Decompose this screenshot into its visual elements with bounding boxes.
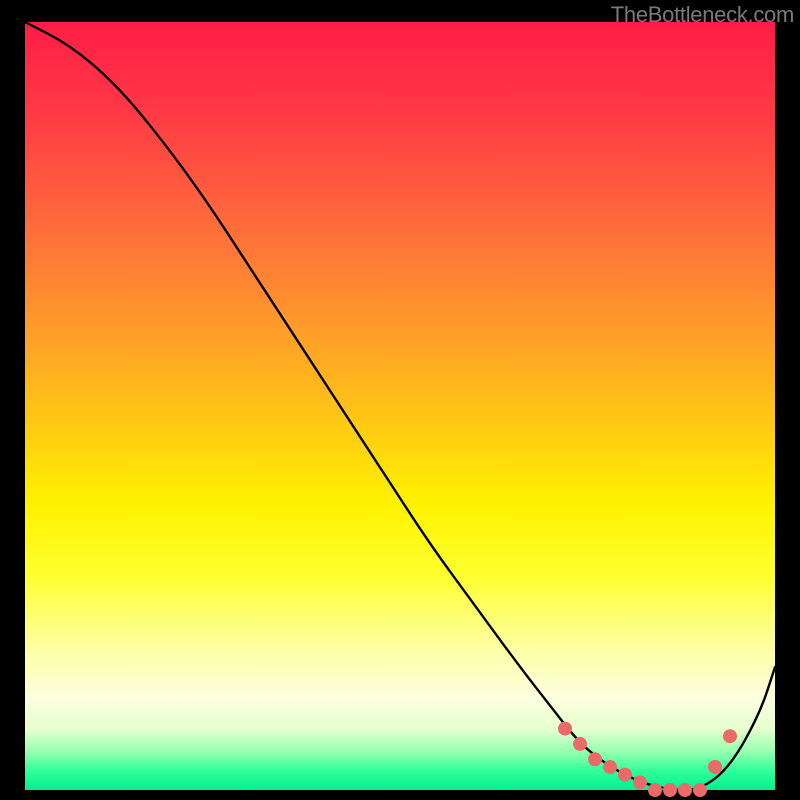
bottleneck-curve xyxy=(25,22,775,790)
marker-dot xyxy=(723,729,737,743)
marker-dot xyxy=(708,760,722,774)
marker-group xyxy=(558,722,737,797)
curve-svg xyxy=(25,22,775,790)
marker-dot xyxy=(693,783,707,797)
marker-dot xyxy=(633,775,647,789)
marker-dot xyxy=(573,737,587,751)
plot-area xyxy=(25,22,775,790)
watermark-text: TheBottleneck.com xyxy=(611,2,794,28)
marker-dot xyxy=(678,783,692,797)
marker-dot xyxy=(603,760,617,774)
marker-dot xyxy=(588,752,602,766)
chart-container: TheBottleneck.com xyxy=(0,0,800,800)
marker-dot xyxy=(663,783,677,797)
marker-dot xyxy=(618,768,632,782)
marker-dot xyxy=(648,783,662,797)
marker-dot xyxy=(558,722,572,736)
